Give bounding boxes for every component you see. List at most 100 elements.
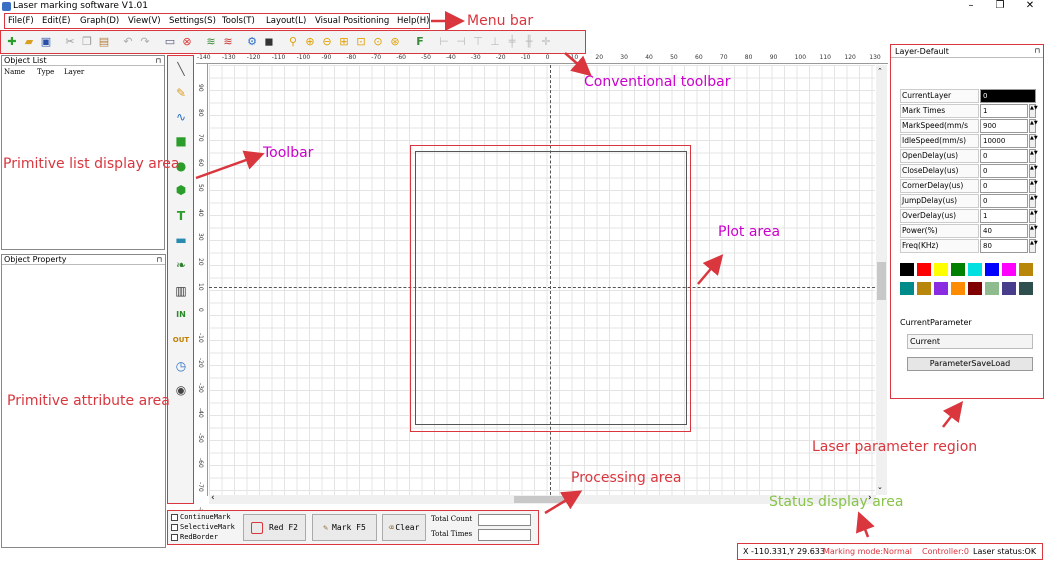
align-vcenter-icon[interactable]: ╫ (522, 34, 536, 49)
parameter-value-field[interactable]: 0 (980, 89, 1036, 103)
zoom-fit-icon[interactable]: ⊞ (337, 34, 351, 49)
layer-color-swatch[interactable] (900, 263, 914, 276)
leaf-icon[interactable]: ❧ (171, 255, 191, 275)
undo-icon[interactable]: ↶ (121, 34, 135, 49)
menu-view[interactable]: View(V) (128, 16, 161, 26)
spinner-icon[interactable]: ▲▼ (1029, 104, 1038, 118)
zoom-selection-icon[interactable]: ⊡ (354, 34, 368, 49)
spinner-icon[interactable]: ▲▼ (1029, 209, 1038, 223)
pin-icon[interactable]: ⊓ (157, 255, 162, 265)
current-parameter-select[interactable]: Current (907, 334, 1033, 349)
column-name[interactable]: Name (4, 68, 25, 76)
output-icon[interactable]: OUT (171, 330, 191, 350)
total-times-field[interactable] (478, 529, 531, 541)
save-icon[interactable]: ▣ (39, 34, 53, 49)
menu-layout[interactable]: Layout(L) (266, 16, 306, 26)
delete-page-icon[interactable]: ⊗ (180, 34, 194, 49)
paste-icon[interactable]: ▤ (97, 34, 111, 49)
pin-icon[interactable]: ⊓ (1035, 45, 1040, 58)
open-icon[interactable]: ▰ (22, 34, 36, 49)
menu-tools[interactable]: Tools(T) (222, 16, 255, 26)
parameter-value-field[interactable]: 0 (980, 179, 1028, 193)
scroll-up-icon[interactable]: ⌃ (877, 67, 883, 75)
gear-icon[interactable]: ⚙ (245, 34, 259, 49)
line-icon[interactable]: ╲ (171, 59, 191, 79)
spinner-icon[interactable]: ▲▼ (1029, 179, 1038, 193)
timer-icon[interactable]: ◷ (171, 356, 191, 376)
camera-icon[interactable]: ◼ (262, 34, 276, 49)
menu-visual-positioning[interactable]: Visual Positioning (315, 16, 389, 26)
drawing-canvas[interactable] (209, 65, 875, 495)
layer-color-swatch[interactable] (968, 263, 982, 276)
scroll-left-icon[interactable]: ‹ (211, 493, 215, 503)
layer-icon[interactable]: ≋ (204, 34, 218, 49)
parameter-value-field[interactable]: 1 (980, 104, 1028, 118)
red-button[interactable]: Red F2 (243, 514, 306, 541)
layer-color-swatch[interactable] (951, 263, 965, 276)
continue-mark-checkbox[interactable]: ContinueMark (171, 513, 231, 521)
parameter-value-field[interactable]: 80 (980, 239, 1028, 253)
minimize-button[interactable]: – (961, 0, 981, 12)
parameter-value-field[interactable]: 0 (980, 194, 1028, 208)
spinner-icon[interactable]: ▲▼ (1029, 239, 1038, 253)
layer-color-swatch[interactable] (985, 282, 999, 295)
layer-color-swatch[interactable] (917, 282, 931, 295)
pencil-icon[interactable]: ✎ (171, 83, 191, 103)
redo-icon[interactable]: ↷ (138, 34, 152, 49)
column-layer[interactable]: Layer (64, 68, 84, 76)
layer-color-swatch[interactable] (951, 282, 965, 295)
maximize-button[interactable]: ❐ (990, 0, 1010, 12)
menu-edit[interactable]: Edit(E) (42, 16, 70, 26)
zoom-page-icon[interactable]: ⊙ (371, 34, 385, 49)
scroll-down-icon[interactable]: ⌄ (877, 483, 883, 491)
input-icon[interactable]: IN (171, 305, 191, 325)
zoom-out-icon[interactable]: ⊖ (320, 34, 334, 49)
parameter-value-field[interactable]: 900 (980, 119, 1028, 133)
red-border-checkbox[interactable]: RedBorder (171, 533, 218, 541)
layer-color-swatch[interactable] (1002, 282, 1016, 295)
layer-color-swatch[interactable] (1019, 263, 1033, 276)
align-left-icon[interactable]: ⊢ (437, 34, 451, 49)
layer-color-swatch[interactable] (900, 282, 914, 295)
image-icon[interactable]: ▬ (171, 230, 191, 250)
clear-button[interactable]: ⌫ Clear (382, 514, 426, 541)
parameter-value-field[interactable]: 10000 (980, 134, 1028, 148)
layer-delete-icon[interactable]: ≋ (221, 34, 235, 49)
mark-button[interactable]: ✎ Mark F5 (312, 514, 377, 541)
selective-mark-checkbox[interactable]: SelectiveMark (171, 523, 235, 531)
align-center-icon[interactable]: ✛ (539, 34, 553, 49)
zoom-icon[interactable]: ⚲ (286, 34, 300, 49)
layer-color-swatch[interactable] (934, 282, 948, 295)
column-type[interactable]: Type (37, 68, 54, 76)
menu-help[interactable]: Help(H) (397, 16, 429, 26)
layer-color-swatch[interactable] (985, 263, 999, 276)
spinner-icon[interactable]: ▲▼ (1029, 134, 1038, 148)
font-icon[interactable]: F (413, 34, 427, 49)
page-icon[interactable]: ▭ (163, 34, 177, 49)
menu-graph[interactable]: Graph(D) (80, 16, 119, 26)
spinner-icon[interactable]: ▲▼ (1029, 119, 1038, 133)
total-count-field[interactable] (478, 514, 531, 526)
vertical-scroll-thumb[interactable] (877, 262, 886, 300)
barcode-icon[interactable]: ▥ (171, 281, 191, 301)
layer-color-swatch[interactable] (968, 282, 982, 295)
parameter-value-field[interactable]: 0 (980, 149, 1028, 163)
parameter-value-field[interactable]: 0 (980, 164, 1028, 178)
parameter-value-field[interactable]: 1 (980, 209, 1028, 223)
close-button[interactable]: ✕ (1020, 0, 1040, 12)
cut-icon[interactable]: ✂ (63, 34, 77, 49)
align-right-icon[interactable]: ⊣ (454, 34, 468, 49)
zoom-in-icon[interactable]: ⊕ (303, 34, 317, 49)
pin-icon[interactable]: ⊓ (156, 56, 161, 66)
align-hcenter-icon[interactable]: ╪ (505, 34, 519, 49)
zoom-all-icon[interactable]: ⊛ (388, 34, 402, 49)
new-icon[interactable]: ✚ (5, 34, 19, 49)
spinner-icon[interactable]: ▲▼ (1029, 164, 1038, 178)
spinner-icon[interactable]: ▲▼ (1029, 149, 1038, 163)
layer-color-swatch[interactable] (1019, 282, 1033, 295)
spinner-icon[interactable]: ▲▼ (1029, 224, 1038, 238)
spinner-icon[interactable]: ▲▼ (1029, 194, 1038, 208)
rectangle-icon[interactable]: ■ (171, 131, 191, 151)
text-icon[interactable]: T (171, 206, 191, 226)
menu-settings[interactable]: Settings(S) (169, 16, 216, 26)
